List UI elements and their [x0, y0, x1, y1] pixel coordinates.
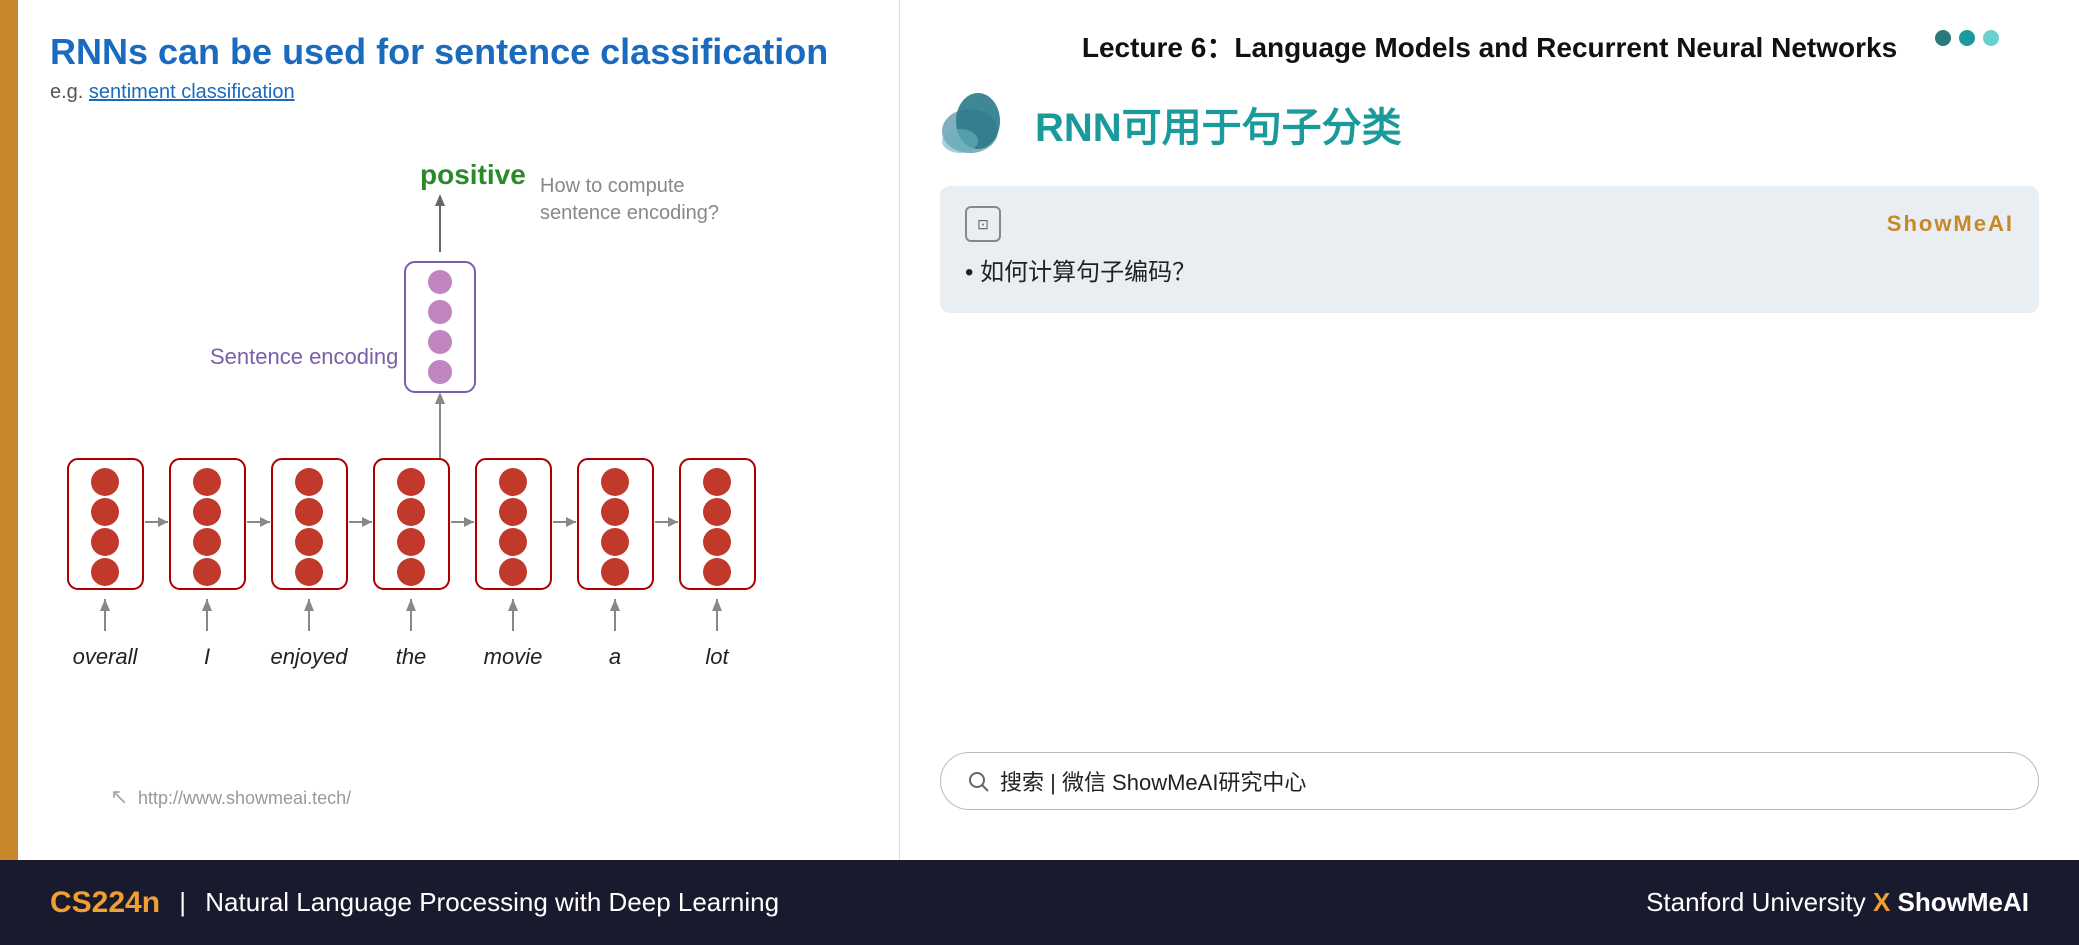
w5-c1: [499, 468, 527, 496]
word-label-5: movie: [484, 644, 543, 669]
word-label-4: the: [396, 644, 427, 669]
search-bar[interactable]: 搜索 | 微信 ShowMeAI研究中心: [940, 752, 2039, 810]
w6-arrow-head: [610, 599, 620, 611]
w1-c4: [91, 558, 119, 586]
w1-c1: [91, 468, 119, 496]
rnn-diagram-svg: positive How to compute sentence encodin…: [50, 144, 870, 844]
word-label-2: I: [204, 644, 210, 669]
separator: |: [172, 887, 193, 918]
w5-c4: [499, 558, 527, 586]
word-label-7: lot: [705, 644, 729, 669]
w3-c2: [295, 498, 323, 526]
dot-3: [1983, 30, 1999, 46]
annotation-content: • 如何计算句子编码？: [965, 254, 2014, 292]
w3-c4: [295, 558, 323, 586]
se-circle-1: [428, 270, 452, 294]
w7-c1: [703, 468, 731, 496]
bottom-left: CS224n | Natural Language Processing wit…: [50, 886, 779, 920]
slide-left-bar: [0, 0, 18, 860]
w1-c3: [91, 528, 119, 556]
w2-c3: [193, 528, 221, 556]
w5-c2: [499, 498, 527, 526]
slide-panel: RNNs can be used for sentence classifica…: [0, 0, 900, 860]
stanford-text: Stanford University: [1646, 887, 1866, 917]
w1-c2: [91, 498, 119, 526]
subtitle-link[interactable]: sentiment classification: [89, 81, 295, 103]
slide-title: RNNs can be used for sentence classifica…: [50, 30, 849, 73]
w3-c3: [295, 528, 323, 556]
lecture-header: Lecture 6：Language Models and Recurrent …: [940, 30, 2039, 66]
dot-1: [1935, 30, 1951, 46]
sentence-encoding-label: Sentence encoding: [210, 344, 398, 369]
search-bar-text: 搜索 | 微信 ShowMeAI研究中心: [1000, 765, 1306, 797]
w7-c3: [703, 528, 731, 556]
h-arrow-4-head: [464, 517, 474, 527]
w2-c2: [193, 498, 221, 526]
w4-c4: [397, 558, 425, 586]
se-circle-4: [428, 360, 452, 384]
annotation-header: ⊡ ShowMeAI: [965, 206, 2014, 242]
h-arrow-2-head: [260, 517, 270, 527]
w2-arrow-head: [202, 599, 212, 611]
showmeai-brand: ShowMeAI: [1887, 211, 2014, 237]
bottom-right: Stanford University X ShowMeAI: [1646, 887, 2029, 918]
ai-icon: ⊡: [965, 206, 1001, 242]
subtitle-prefix: e.g.: [50, 81, 83, 103]
w5-arrow-head: [508, 599, 518, 611]
h-arrow-1-head: [158, 517, 168, 527]
w2-c1: [193, 468, 221, 496]
rnn-icon: [940, 86, 1015, 161]
slide-diagram: positive How to compute sentence encodin…: [50, 144, 849, 849]
right-panel: Lecture 6：Language Models and Recurrent …: [900, 0, 2079, 860]
annotation-box: ⊡ ShowMeAI • 如何计算句子编码？: [940, 186, 2039, 312]
w4-c1: [397, 468, 425, 496]
cursor-icon: ↖: [110, 784, 128, 809]
w6-c4: [601, 558, 629, 586]
last-to-encoding-arrow-head: [435, 392, 445, 404]
w4-c2: [397, 498, 425, 526]
rnn-title-text: RNN可用于句子分类: [1035, 95, 1402, 153]
w5-c3: [499, 528, 527, 556]
x-text: X: [1873, 887, 1890, 917]
w3-c1: [295, 468, 323, 496]
h-arrow-3-head: [362, 517, 372, 527]
cs224n-label: CS224n: [50, 886, 160, 920]
h-arrow-6-head: [668, 517, 678, 527]
word-label-1: overall: [73, 644, 139, 669]
word-label-3: enjoyed: [270, 644, 348, 669]
w7-c2: [703, 498, 731, 526]
w3-arrow-head: [304, 599, 314, 611]
showmeai-text: ShowMeAI: [1898, 887, 2029, 917]
w6-c2: [601, 498, 629, 526]
w4-arrow-head: [406, 599, 416, 611]
w6-c3: [601, 528, 629, 556]
bottom-bar: CS224n | Natural Language Processing wit…: [0, 860, 2079, 945]
word-label-6: a: [609, 644, 621, 669]
w7-arrow-head: [712, 599, 722, 611]
how-compute-text1: How to compute: [540, 175, 685, 197]
lecture-header-text: Lecture 6：Language Models and Recurrent …: [1082, 32, 1897, 63]
w6-c1: [601, 468, 629, 496]
h-arrow-5-head: [566, 517, 576, 527]
positive-label: positive: [420, 159, 526, 190]
annotation-bullet-text: 如何计算句子编码？: [980, 259, 1196, 286]
slide-subtitle: e.g. sentiment classification: [50, 81, 849, 104]
w4-c3: [397, 528, 425, 556]
url-text: http://www.showmeai.tech/: [138, 788, 351, 808]
rnn-title-row: RNN可用于句子分类: [940, 86, 2039, 161]
w1-arrow-head: [100, 599, 110, 611]
w7-c4: [703, 558, 731, 586]
dots-row: [1935, 30, 1999, 46]
how-compute-text2: sentence encoding?: [540, 202, 719, 224]
dot-2: [1959, 30, 1975, 46]
se-circle-3: [428, 330, 452, 354]
course-title: Natural Language Processing with Deep Le…: [205, 887, 779, 918]
bullet-point: •: [965, 259, 980, 286]
positive-arrow-head: [435, 194, 445, 206]
search-icon: [966, 769, 990, 793]
se-circle-2: [428, 300, 452, 324]
w2-c4: [193, 558, 221, 586]
